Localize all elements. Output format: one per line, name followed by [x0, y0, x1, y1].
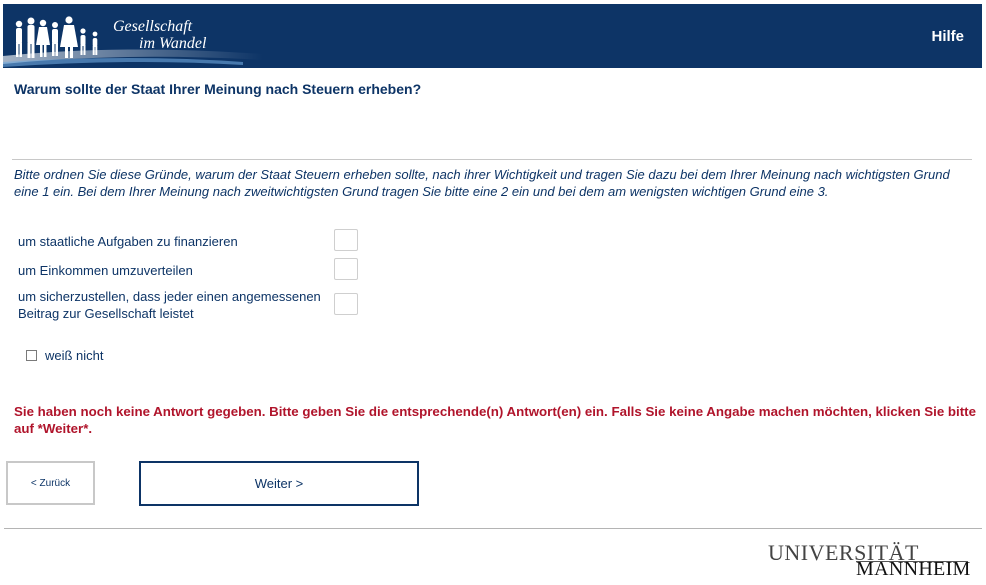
next-button[interactable]: Weiter > — [139, 461, 419, 506]
rank-input-1[interactable] — [334, 229, 358, 251]
rank-item-label-2: um Einkommen umzuverteilen — [18, 263, 193, 278]
footer-divider — [4, 528, 982, 529]
rank-input-2[interactable] — [334, 258, 358, 280]
logo-text: Gesellschaft im Wandel — [113, 18, 206, 52]
rank-input-3[interactable] — [334, 293, 358, 315]
header-bar: Gesellschaft im Wandel Hilfe — [3, 4, 982, 68]
question-title: Warum sollte der Staat Ihrer Meinung nac… — [14, 81, 422, 97]
logo-line-2: im Wandel — [139, 35, 207, 52]
uni-logo-line-2: MANNHEIM — [856, 558, 971, 580]
question-instruction: Bitte ordnen Sie diese Gründe, warum der… — [14, 167, 950, 199]
dont-know-checkbox[interactable] — [26, 350, 37, 361]
dont-know-option[interactable]: weiß nicht — [26, 348, 104, 363]
rank-item-label-3: um sicherzustellen, dass jeder einen ang… — [18, 289, 321, 321]
logo-line-1: Gesellschaft — [113, 18, 193, 35]
back-button[interactable]: < Zurück — [6, 461, 95, 505]
gesellschaft-im-wandel-logo: Gesellschaft im Wandel — [3, 4, 263, 68]
help-link[interactable]: Hilfe — [931, 28, 964, 45]
dont-know-label: weiß nicht — [45, 348, 104, 363]
error-message: Sie haben noch keine Antwort gegeben. Bi… — [14, 404, 976, 436]
rank-item-label-1: um staatliche Aufgaben zu finanzieren — [18, 234, 238, 249]
divider — [12, 159, 972, 160]
universitaet-mannheim-logo: UNIVERSITÄT MANNHEIM — [760, 540, 970, 582]
